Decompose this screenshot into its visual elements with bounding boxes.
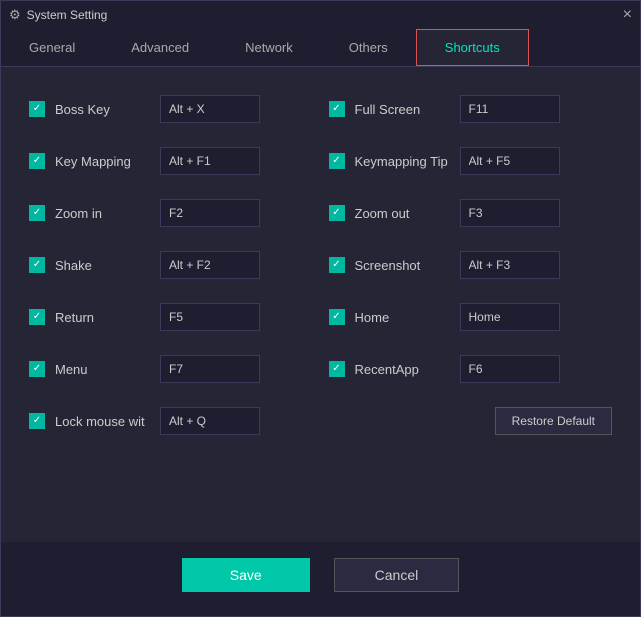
shortcut-row-zoom-in: ✓ Zoom in xyxy=(21,187,321,239)
shortcut-row-home: ✓ Home xyxy=(321,291,621,343)
checkbox-recent-app[interactable]: ✓ xyxy=(329,361,345,377)
restore-row: Restore Default xyxy=(321,395,621,447)
label-recent-app: RecentApp xyxy=(355,362,450,377)
label-full-screen: Full Screen xyxy=(355,102,450,117)
checkbox-home[interactable]: ✓ xyxy=(329,309,345,325)
input-full-screen[interactable] xyxy=(460,95,560,123)
label-lock-mouse: Lock mouse wit xyxy=(55,414,150,429)
checkbox-full-screen[interactable]: ✓ xyxy=(329,101,345,117)
shortcut-row-screenshot: ✓ Screenshot xyxy=(321,239,621,291)
label-screenshot: Screenshot xyxy=(355,258,450,273)
input-zoom-in[interactable] xyxy=(160,199,260,227)
shortcut-row-recent-app: ✓ RecentApp xyxy=(321,343,621,395)
tab-shortcuts[interactable]: Shortcuts xyxy=(416,29,529,66)
input-recent-app[interactable] xyxy=(460,355,560,383)
shortcut-row-key-mapping: ✓ Key Mapping xyxy=(21,135,321,187)
input-lock-mouse[interactable] xyxy=(160,407,260,435)
title-bar: ⚙ System Setting × xyxy=(1,1,640,29)
checkbox-boss-key[interactable]: ✓ xyxy=(29,101,45,117)
input-screenshot[interactable] xyxy=(460,251,560,279)
label-boss-key: Boss Key xyxy=(55,102,150,117)
shortcut-row-return: ✓ Return xyxy=(21,291,321,343)
system-setting-window: ⚙ System Setting × General Advanced Netw… xyxy=(0,0,641,617)
label-menu: Menu xyxy=(55,362,150,377)
input-keymapping-tip[interactable] xyxy=(460,147,560,175)
input-menu[interactable] xyxy=(160,355,260,383)
label-keymapping-tip: Keymapping Tip xyxy=(355,154,450,169)
label-shake: Shake xyxy=(55,258,150,273)
title-bar-left: ⚙ System Setting xyxy=(9,7,107,23)
shortcut-row-menu: ✓ Menu xyxy=(21,343,321,395)
input-shake[interactable] xyxy=(160,251,260,279)
label-home: Home xyxy=(355,310,450,325)
shortcut-row-lock-mouse: ✓ Lock mouse wit xyxy=(21,395,321,447)
input-home[interactable] xyxy=(460,303,560,331)
checkbox-menu[interactable]: ✓ xyxy=(29,361,45,377)
tabs-bar: General Advanced Network Others Shortcut… xyxy=(1,29,640,67)
gear-icon: ⚙ xyxy=(9,7,21,23)
checkbox-zoom-in[interactable]: ✓ xyxy=(29,205,45,221)
checkbox-return[interactable]: ✓ xyxy=(29,309,45,325)
input-return[interactable] xyxy=(160,303,260,331)
left-column: ✓ Boss Key ✓ Key Mapping ✓ Zoom in xyxy=(21,83,321,447)
checkbox-zoom-out[interactable]: ✓ xyxy=(329,205,345,221)
checkbox-screenshot[interactable]: ✓ xyxy=(329,257,345,273)
footer: Save Cancel xyxy=(1,542,640,616)
input-key-mapping[interactable] xyxy=(160,147,260,175)
label-return: Return xyxy=(55,310,150,325)
shortcut-row-boss-key: ✓ Boss Key xyxy=(21,83,321,135)
content-area: ✓ Boss Key ✓ Key Mapping ✓ Zoom in xyxy=(1,67,640,542)
shortcut-row-shake: ✓ Shake xyxy=(21,239,321,291)
right-column: ✓ Full Screen ✓ Keymapping Tip ✓ Zoom ou… xyxy=(321,83,621,447)
shortcut-row-keymapping-tip: ✓ Keymapping Tip xyxy=(321,135,621,187)
label-zoom-in: Zoom in xyxy=(55,206,150,221)
tab-general[interactable]: General xyxy=(1,29,103,66)
tab-advanced[interactable]: Advanced xyxy=(103,29,217,66)
restore-default-button[interactable]: Restore Default xyxy=(495,407,612,435)
input-zoom-out[interactable] xyxy=(460,199,560,227)
checkbox-key-mapping[interactable]: ✓ xyxy=(29,153,45,169)
input-boss-key[interactable] xyxy=(160,95,260,123)
label-zoom-out: Zoom out xyxy=(355,206,450,221)
shortcut-row-zoom-out: ✓ Zoom out xyxy=(321,187,621,239)
save-button[interactable]: Save xyxy=(182,558,310,592)
checkbox-keymapping-tip[interactable]: ✓ xyxy=(329,153,345,169)
window-title: System Setting xyxy=(27,8,108,22)
close-button[interactable]: × xyxy=(623,7,632,23)
label-key-mapping: Key Mapping xyxy=(55,154,150,169)
tab-network[interactable]: Network xyxy=(217,29,321,66)
checkbox-lock-mouse[interactable]: ✓ xyxy=(29,413,45,429)
shortcut-row-full-screen: ✓ Full Screen xyxy=(321,83,621,135)
checkbox-shake[interactable]: ✓ xyxy=(29,257,45,273)
cancel-button[interactable]: Cancel xyxy=(334,558,460,592)
tab-others[interactable]: Others xyxy=(321,29,416,66)
